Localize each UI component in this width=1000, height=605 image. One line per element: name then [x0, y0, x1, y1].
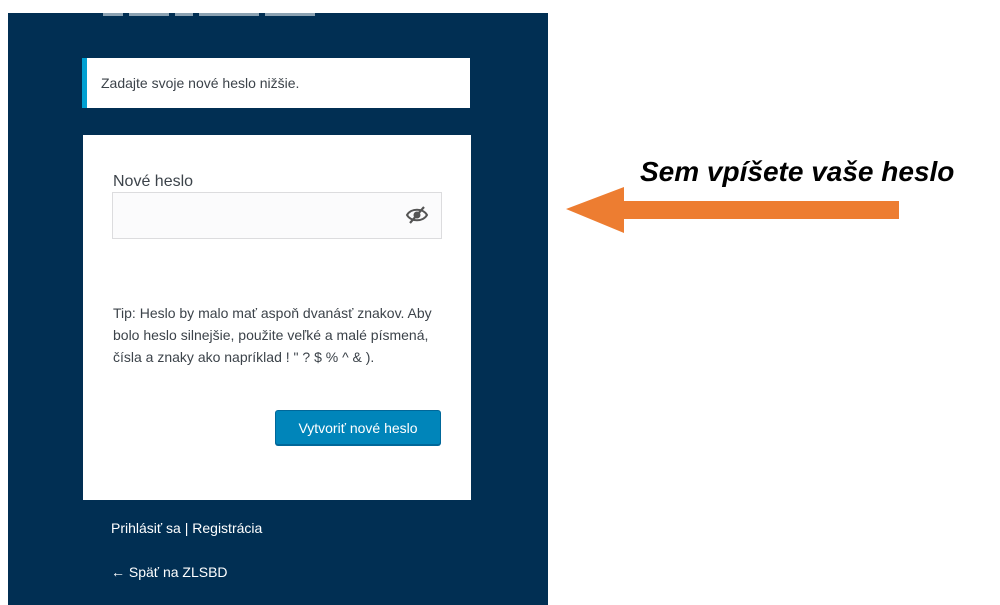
password-hint: Tip: Heslo by malo mať aspoň dvanásť zna…	[113, 305, 432, 365]
password-label: Nové heslo	[113, 173, 194, 190]
login-panel: Zadajte svoje nové heslo nižšie. Nové he…	[8, 13, 548, 605]
nav-separator: |	[184, 520, 189, 536]
eye-slash-icon[interactable]	[405, 203, 429, 227]
cropped-top-strip	[103, 13, 363, 16]
annotation-text: Sem vpíšete vaše heslo	[640, 156, 955, 187]
register-link[interactable]: Registrácia	[192, 520, 262, 536]
info-notice: Zadajte svoje nové heslo nižšie.	[82, 58, 470, 108]
new-password-input[interactable]	[112, 192, 442, 239]
back-to-site-link[interactable]: ← Späť na ZLSBD	[111, 564, 228, 580]
login-link[interactable]: Prihlásiť sa	[111, 520, 181, 536]
annotation-arrow	[566, 187, 899, 233]
arrow-shape	[566, 187, 899, 233]
notice-text: Zadajte svoje nové heslo nižšie.	[101, 75, 300, 91]
reset-password-form: Nové heslo Tip: Heslo by malo mať aspoň …	[83, 135, 471, 500]
create-password-button[interactable]: Vytvoriť nové heslo	[275, 410, 441, 445]
nav-links: Prihlásiť sa | Registrácia	[111, 520, 262, 536]
back-nav: ← Späť na ZLSBD	[111, 564, 228, 580]
